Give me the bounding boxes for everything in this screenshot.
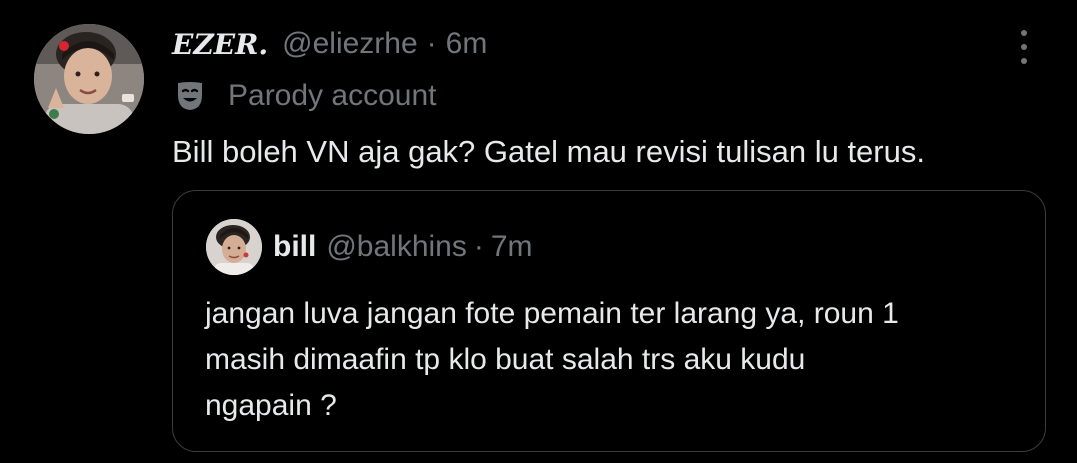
quoted-text-line: jangan luva jangan fote pemain ter laran… <box>205 297 899 330</box>
quoted-tweet-header: bill @balkhins · 7m <box>273 225 533 269</box>
author-handle[interactable]: @eliezrhe <box>282 27 418 61</box>
theater-mask-icon <box>178 82 202 110</box>
parody-label-text: Parody account <box>228 79 437 112</box>
parody-account-label[interactable]: Parody account <box>172 76 436 116</box>
quoted-author-avatar[interactable] <box>206 219 262 275</box>
author-avatar[interactable] <box>34 24 144 134</box>
quoted-text-line: masih dimaafin tp klo buat salah trs aku… <box>205 343 806 376</box>
quoted-author-name[interactable]: bill <box>273 230 316 264</box>
more-options-button[interactable] <box>1014 28 1034 66</box>
author-name[interactable]: EZER. <box>172 28 268 61</box>
tweet-text: Bill boleh VN aja gak? Gatel mau revisi … <box>172 134 925 169</box>
tweet-timestamp[interactable]: 6m <box>446 27 488 61</box>
quoted-tweet-card[interactable]: bill @balkhins · 7m jangan luva jangan f… <box>172 190 1046 452</box>
quoted-text-line: ngapain ? <box>205 389 337 422</box>
quoted-tweet-text: jangan luva jangan fote pemain ter laran… <box>205 291 1025 429</box>
tweet-header: EZER. @eliezrhe · 6m <box>172 22 487 66</box>
quoted-author-handle[interactable]: @balkhins <box>326 230 467 264</box>
quoted-separator-dot: · <box>473 230 484 263</box>
quoted-tweet-timestamp[interactable]: 7m <box>491 230 533 264</box>
separator-dot: · <box>426 27 437 60</box>
